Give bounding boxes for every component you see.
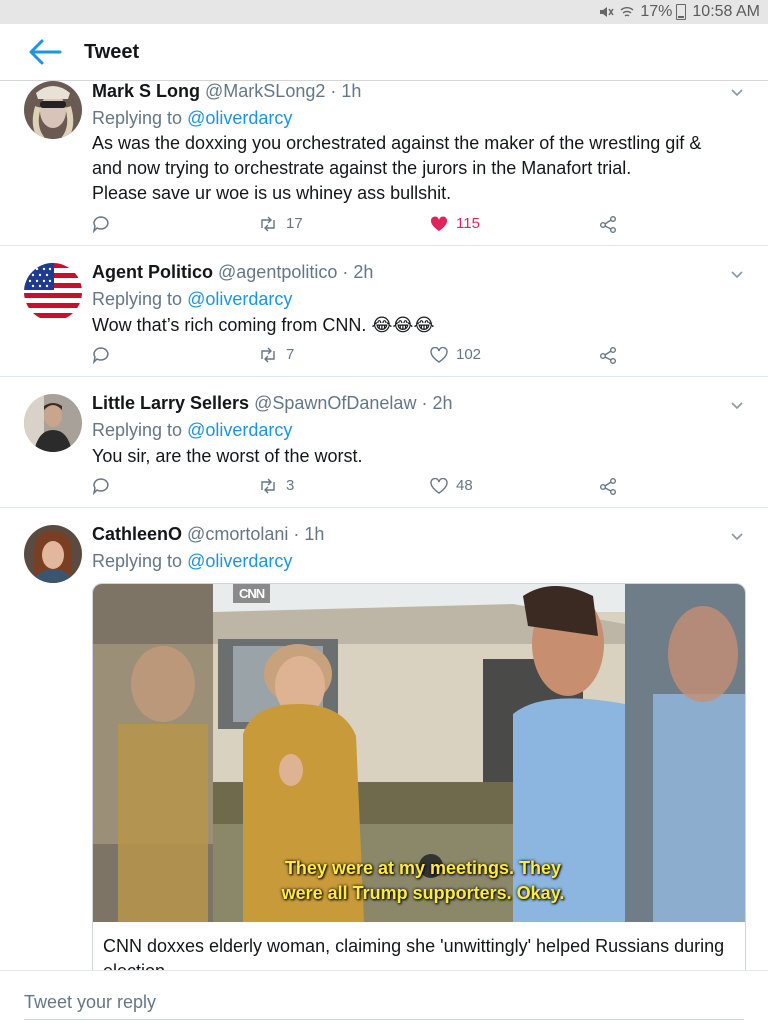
caption-line: They were at my meetings. They xyxy=(284,858,562,878)
replying-to: Replying to @oliverdarcy xyxy=(92,108,292,129)
tweet-time: · 2h xyxy=(342,262,374,282)
mute-icon xyxy=(598,5,614,19)
replying-label: Replying to xyxy=(92,108,188,128)
tweet-text-line: As was the doxxing you orchestrated agai… xyxy=(92,133,702,153)
display-name[interactable]: Little Larry Sellers xyxy=(92,393,249,413)
mention-link[interactable]: @oliverdarcy xyxy=(187,551,292,571)
battery-icon xyxy=(676,4,687,20)
reply-icon xyxy=(92,216,109,233)
arrow-left-icon xyxy=(29,39,62,65)
share-button[interactable] xyxy=(599,215,625,233)
caption-line: were all Trump supporters. Okay. xyxy=(281,883,565,903)
back-button[interactable] xyxy=(28,32,78,72)
app-header: Tweet xyxy=(0,24,768,81)
video-caption: They were at my meetings. They were all … xyxy=(253,856,593,906)
chevron-down-icon[interactable] xyxy=(730,267,744,281)
avatar[interactable] xyxy=(24,263,82,321)
mention-link[interactable]: @oliverdarcy xyxy=(187,108,292,128)
replying-to: Replying to @oliverdarcy xyxy=(92,551,292,572)
video-thumbnail[interactable]: CNN They were at my meetings. They were … xyxy=(93,584,745,922)
user-handle[interactable]: @MarkSLong2 xyxy=(205,81,325,101)
avatar[interactable] xyxy=(24,525,82,583)
tweet[interactable]: Mark S Long @MarkSLong2 · 1h Replying to… xyxy=(0,81,768,246)
reply-button[interactable] xyxy=(92,477,118,495)
chevron-down-icon[interactable] xyxy=(730,529,744,543)
battery-percent: 17% xyxy=(640,3,673,20)
retweet-button[interactable]: 17 xyxy=(258,215,303,232)
tweet-time: · 2h xyxy=(421,393,453,413)
tweet[interactable]: Little Larry Sellers @SpawnOfDanelaw · 2… xyxy=(0,377,768,508)
tweet-text: As was the doxxing you orchestrated agai… xyxy=(92,131,752,206)
like-button[interactable]: 115 xyxy=(430,215,480,232)
retweet-count: 3 xyxy=(286,477,295,494)
retweet-icon xyxy=(261,478,275,493)
retweet-count: 7 xyxy=(286,346,295,363)
heart-icon xyxy=(430,346,448,363)
avatar[interactable] xyxy=(24,81,82,139)
replying-label: Replying to xyxy=(92,551,188,571)
reply-button[interactable] xyxy=(92,346,118,364)
wifi-icon xyxy=(620,5,634,19)
reply-bar xyxy=(0,970,768,1025)
reply-input[interactable] xyxy=(24,985,744,1020)
replying-label: Replying to xyxy=(92,289,188,309)
display-name[interactable]: Agent Politico xyxy=(92,262,213,282)
display-name[interactable]: CathleenO xyxy=(92,524,182,544)
share-icon xyxy=(600,216,616,233)
user-handle[interactable]: @agentpolitico xyxy=(218,262,337,282)
like-count: 115 xyxy=(456,215,480,232)
tweet-text: You sir, are the worst of the worst. xyxy=(92,444,752,469)
avatar[interactable] xyxy=(24,394,82,452)
tweet-actions: 3 48 xyxy=(92,477,632,501)
tweet[interactable]: Agent Politico @agentpolitico · 2h Reply… xyxy=(0,246,768,377)
share-button[interactable] xyxy=(599,477,625,495)
like-button[interactable]: 102 xyxy=(430,346,481,363)
retweet-icon xyxy=(261,347,275,362)
mention-link[interactable]: @oliverdarcy xyxy=(187,289,292,309)
chevron-down-icon[interactable] xyxy=(730,85,744,99)
heart-icon xyxy=(430,477,448,494)
tweet-text-line: and now trying to orchestrate against th… xyxy=(92,158,632,178)
share-icon xyxy=(600,347,616,364)
like-count: 102 xyxy=(456,346,482,363)
tweet-header: Mark S Long @MarkSLong2 · 1h xyxy=(92,81,361,102)
chevron-down-icon[interactable] xyxy=(730,398,744,412)
share-button[interactable] xyxy=(599,346,625,364)
tweet-text: Wow that’s rich coming from CNN. 😂😂😂 xyxy=(92,313,752,338)
retweet-icon xyxy=(261,216,275,231)
page-title: Tweet xyxy=(84,40,140,63)
retweet-button[interactable]: 7 xyxy=(258,346,294,363)
user-handle[interactable]: @SpawnOfDanelaw xyxy=(254,393,416,413)
mention-link[interactable]: @oliverdarcy xyxy=(187,420,292,440)
reply-button[interactable] xyxy=(92,215,118,233)
tweet-text-line: Please save ur woe is us whiney ass bull… xyxy=(92,183,452,203)
tweet-time: · 1h xyxy=(330,81,362,101)
tweet-header: Little Larry Sellers @SpawnOfDanelaw · 2… xyxy=(92,393,453,414)
reply-icon xyxy=(92,478,109,495)
like-button[interactable]: 48 xyxy=(430,477,473,494)
replying-label: Replying to xyxy=(92,420,188,440)
replying-to: Replying to @oliverdarcy xyxy=(92,420,292,441)
cnn-logo: CNN xyxy=(233,584,271,603)
tweet-header: CathleenO @cmortolani · 1h xyxy=(92,524,324,545)
clock: 10:58 AM xyxy=(692,3,760,20)
display-name[interactable]: Mark S Long xyxy=(92,81,200,101)
like-count: 48 xyxy=(456,477,473,494)
retweet-count: 17 xyxy=(286,215,303,232)
replying-to: Replying to @oliverdarcy xyxy=(92,289,292,310)
tweet-actions: 7 102 xyxy=(92,346,632,370)
tweet-text-line: Wow that’s rich coming from CNN. 😂😂😂 xyxy=(92,315,435,335)
tweet-header: Agent Politico @agentpolitico · 2h xyxy=(92,262,373,283)
status-bar: 17% 10:58 AM xyxy=(0,0,768,24)
tweet-actions: 17 115 xyxy=(92,215,632,239)
retweet-button[interactable]: 3 xyxy=(258,477,294,494)
user-handle[interactable]: @cmortolani xyxy=(187,524,288,544)
heart-filled-icon xyxy=(430,215,448,231)
tweet-text-line: You sir, are the worst of the worst. xyxy=(92,446,363,466)
share-icon xyxy=(600,478,616,495)
link-card[interactable]: CNN They were at my meetings. They were … xyxy=(92,583,746,985)
reply-icon xyxy=(92,347,109,364)
tweet-time: · 1h xyxy=(293,524,325,544)
